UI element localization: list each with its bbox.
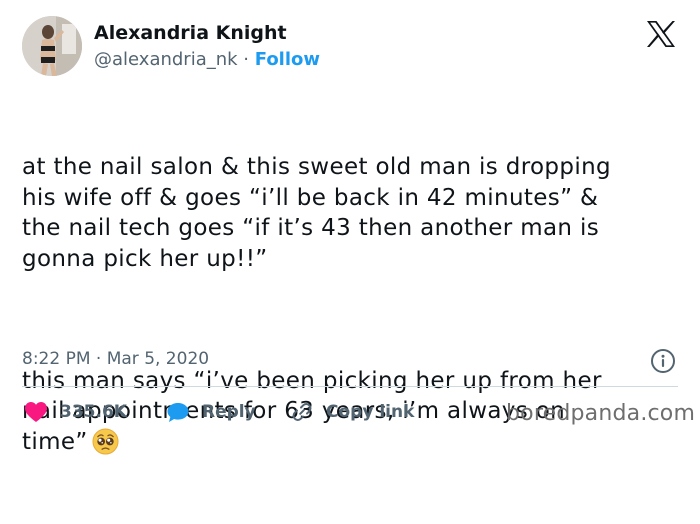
avatar[interactable] (22, 16, 82, 76)
author-handle-row: @alexandria_nk · Follow (94, 48, 320, 72)
like-count: 335.6K (60, 402, 127, 422)
heart-icon (25, 402, 47, 422)
reply-button[interactable]: Reply (166, 398, 256, 426)
author-name[interactable]: Alexandria Knight (94, 21, 287, 45)
tweet-card: Alexandria Knight @alexandria_nk · Follo… (0, 0, 700, 455)
avatar-photo (22, 16, 82, 76)
copy-link-button[interactable]: Copy link (290, 398, 414, 426)
tweet-timestamp[interactable]: 8:22 PM · Mar 5, 2020 (22, 347, 209, 371)
divider (22, 386, 678, 387)
tweet-paragraph: at the nail salon & this sweet old man i… (22, 154, 611, 272)
copy-link-label: Copy link (326, 402, 415, 422)
tweet-text: at the nail salon & this sweet old man i… (22, 91, 682, 524)
reply-label: Reply (202, 402, 256, 422)
speech-bubble-icon (167, 403, 189, 422)
like-button[interactable]: 335.6K (24, 398, 127, 426)
pleading-face-emoji (92, 427, 119, 464)
handle-separator: · (237, 49, 255, 70)
follow-button[interactable]: Follow (255, 49, 320, 70)
author-handle[interactable]: @alexandria_nk (94, 49, 238, 70)
x-logo-icon[interactable] (646, 20, 676, 48)
link-icon (292, 403, 312, 421)
watermark: boredpanda.com (506, 401, 696, 426)
info-icon[interactable] (650, 348, 676, 374)
